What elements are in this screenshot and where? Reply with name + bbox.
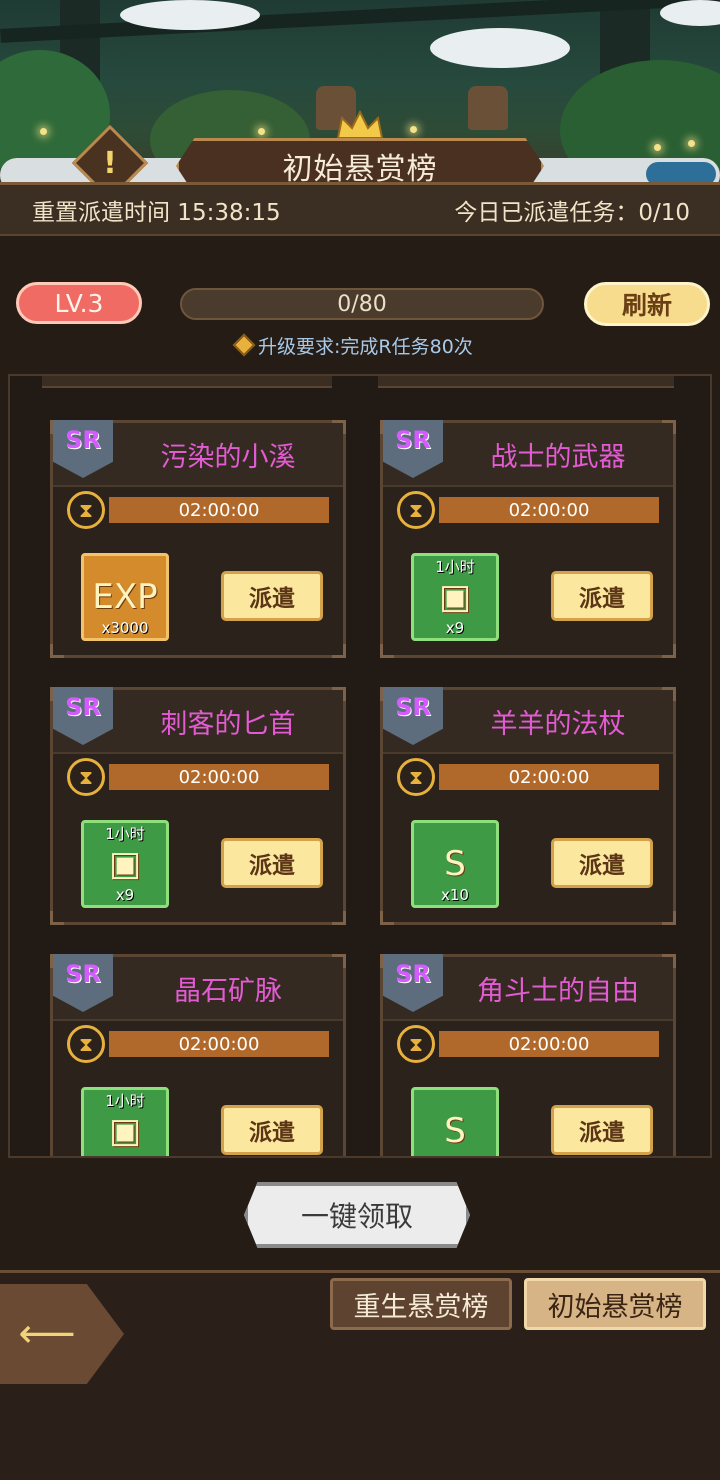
arrow-left-icon: ⟵ — [18, 1311, 76, 1357]
dispatch-label: 派遣 — [249, 1120, 295, 1146]
task-card: SR 晶石矿脉 ⧗ 02:00:00 1小时 ▣ 派遣 — [50, 954, 346, 1156]
task-duration: 02:00:00 — [109, 764, 329, 790]
dispatch-label: 派遣 — [579, 586, 625, 612]
dispatch-label: 派遣 — [579, 853, 625, 879]
task-card: SR 污染的小溪 ⧗ 02:00:00 EXP x3000 派遣 — [50, 420, 346, 658]
tab-rebirth-bounty[interactable]: 重生悬赏榜 — [330, 1278, 512, 1330]
upgrade-requirement: 升级要求:完成R任务80次 — [232, 331, 473, 359]
corner-ornament — [380, 911, 394, 925]
info-bar: 重置派遣时间 15:38:15 今日已派遣任务：0/10 — [0, 182, 720, 236]
reward-glyph: S — [444, 1111, 466, 1151]
refresh-button[interactable]: 刷新 — [584, 282, 710, 326]
corner-ornament — [662, 644, 676, 658]
corner-ornament — [380, 644, 394, 658]
rarity-label: SR — [395, 426, 431, 454]
rarity-label: SR — [65, 960, 101, 988]
hourglass-icon: ⧗ — [67, 758, 105, 796]
task-duration: 02:00:00 — [439, 1031, 659, 1057]
dispatch-button[interactable]: 派遣 — [221, 1105, 323, 1155]
task-name: 污染的小溪 — [160, 442, 296, 473]
corner-ornament — [662, 911, 676, 925]
reward-glyph: ▣ — [108, 844, 142, 884]
dispatch-button[interactable]: 派遣 — [551, 838, 653, 888]
task-duration: 02:00:00 — [439, 497, 659, 523]
hourglass-icon: ⧗ — [397, 1025, 435, 1063]
reset-timer: 重置派遣时间 15:38:15 — [32, 199, 281, 226]
corner-ornament — [50, 644, 64, 658]
exp-icon[interactable]: EXP x3000 — [81, 553, 169, 641]
level-label: LV.3 — [54, 288, 104, 318]
task-card: SR 战士的武器 ⧗ 02:00:00 1小时 ▣ x9 派遣 — [380, 420, 676, 658]
task-name: 晶石矿脉 — [174, 976, 282, 1007]
card-edge — [378, 376, 674, 388]
s-scroll-icon[interactable]: S x10 — [411, 820, 499, 908]
reward-quantity: x10 — [441, 886, 469, 904]
s-scroll-icon[interactable]: S — [411, 1087, 499, 1156]
task-card: SR 羊羊的法杖 ⧗ 02:00:00 S x10 派遣 — [380, 687, 676, 925]
corner-ornament — [50, 911, 64, 925]
dispatch-button[interactable]: 派遣 — [551, 1105, 653, 1155]
task-name: 刺客的匕首 — [160, 709, 296, 740]
task-duration: 02:00:00 — [439, 764, 659, 790]
exp-chest-icon[interactable]: 1小时 ▣ x9 — [411, 553, 499, 641]
diamond-icon — [232, 333, 256, 357]
dispatch-button[interactable]: 派遣 — [221, 571, 323, 621]
card-edge — [42, 376, 332, 388]
reward-duration-label: 1小时 — [435, 558, 475, 576]
rarity-label: SR — [395, 960, 431, 988]
dispatch-button[interactable]: 派遣 — [221, 838, 323, 888]
task-name: 角斗士的自由 — [477, 976, 639, 1007]
task-list[interactable]: SR 污染的小溪 ⧗ 02:00:00 EXP x3000 派遣 SR 战士的武… — [8, 374, 712, 1158]
corner-ornament — [332, 911, 346, 925]
reward-duration-label: 1小时 — [105, 825, 145, 843]
hourglass-icon: ⧗ — [397, 491, 435, 529]
hourglass-icon: ⧗ — [67, 1025, 105, 1063]
corner-ornament — [332, 644, 346, 658]
hourglass-icon: ⧗ — [67, 491, 105, 529]
dispatch-label: 派遣 — [249, 586, 295, 612]
reward-glyph: EXP — [92, 577, 158, 617]
rarity-label: SR — [395, 693, 431, 721]
dispatch-count: 今日已派遣任务：0/10 — [454, 199, 690, 226]
level-progress-text: 0/80 — [337, 291, 387, 317]
upgrade-requirement-text: 升级要求:完成R任务80次 — [258, 335, 473, 358]
tab-label: 重生悬赏榜 — [353, 1291, 489, 1323]
reward-duration-label: 1小时 — [105, 1092, 145, 1110]
hourglass-icon: ⧗ — [397, 758, 435, 796]
reward-quantity: x3000 — [101, 619, 149, 637]
level-badge: LV.3 — [16, 282, 142, 324]
refresh-label: 刷新 — [621, 291, 672, 320]
task-card: SR 角斗士的自由 ⧗ 02:00:00 S 派遣 — [380, 954, 676, 1156]
gold-chest-icon[interactable]: 1小时 ▣ — [81, 1087, 169, 1156]
reward-glyph: ▣ — [438, 577, 472, 617]
reward-glyph: S — [444, 844, 466, 884]
task-name: 羊羊的法杖 — [490, 709, 626, 740]
dispatch-label: 派遣 — [579, 1120, 625, 1146]
rarity-label: SR — [65, 426, 101, 454]
task-name: 战士的武器 — [490, 442, 626, 473]
level-progress-bar: 0/80 — [180, 288, 544, 320]
claim-all-label: 一键领取 — [300, 1200, 413, 1233]
task-card: SR 刺客的匕首 ⧗ 02:00:00 1小时 ▣ x9 派遣 — [50, 687, 346, 925]
exp-chest-icon[interactable]: 1小时 ▣ x9 — [81, 820, 169, 908]
tab-initial-bounty[interactable]: 初始悬赏榜 — [524, 1278, 706, 1330]
task-duration: 02:00:00 — [109, 497, 329, 523]
reward-glyph: ▣ — [108, 1111, 142, 1151]
exclamation-icon: ! — [103, 145, 117, 181]
tab-label: 初始悬赏榜 — [547, 1291, 683, 1323]
reward-quantity: x9 — [445, 619, 465, 637]
rarity-label: SR — [65, 693, 101, 721]
crown-icon — [336, 110, 384, 139]
claim-all-button[interactable]: 一键领取 — [244, 1182, 470, 1248]
dispatch-button[interactable]: 派遣 — [551, 571, 653, 621]
reward-quantity: x9 — [115, 886, 135, 904]
dispatch-label: 派遣 — [249, 853, 295, 879]
task-duration: 02:00:00 — [109, 1031, 329, 1057]
